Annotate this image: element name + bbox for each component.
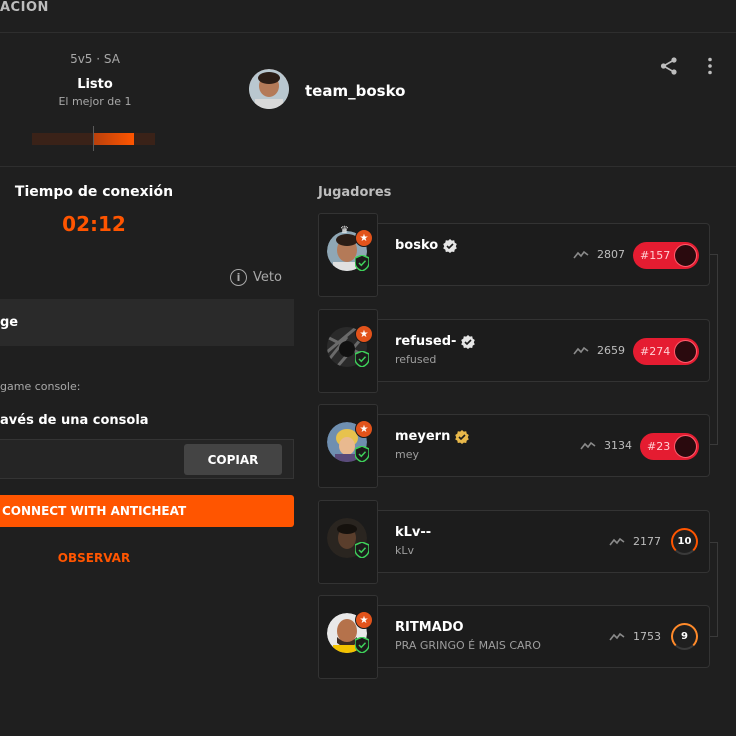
copy-button[interactable]: COPIAR <box>184 444 282 475</box>
player-elo: 2807 <box>573 248 625 261</box>
anticheat-shield-icon <box>355 446 369 462</box>
match-mode: 5v5 · SA <box>70 52 120 66</box>
progress-marker <box>93 126 94 151</box>
share-icon[interactable] <box>659 56 679 76</box>
skill-level-badge: 9 <box>671 623 698 650</box>
player-name: bosko <box>395 238 439 253</box>
connection-timer: 02:12 <box>62 212 126 236</box>
player-card[interactable]: RITMADO PRA GRINGO É MAIS CARO 1753 9 <box>378 605 710 668</box>
party-connector <box>710 542 718 637</box>
anticheat-shield-icon <box>355 255 369 271</box>
player-nickname: PRA GRINGO É MAIS CARO <box>395 639 541 652</box>
rank-gauge-icon <box>674 340 697 363</box>
player-nickname: refused <box>395 353 437 366</box>
player-name-row: RITMADO <box>395 620 464 635</box>
elo-value: 2659 <box>597 344 625 357</box>
player-name-row: meyern <box>395 429 470 444</box>
elo-value: 1753 <box>633 630 661 643</box>
rank-badge: #157 <box>633 242 699 269</box>
player-avatar-box[interactable]: ♛ ★ <box>318 213 378 297</box>
team-avatar[interactable] <box>249 69 289 109</box>
veto-button[interactable]: i Veto <box>230 268 282 286</box>
player-nickname: mey <box>395 448 419 461</box>
rank-badge: #23 <box>640 433 699 460</box>
elo-trend-icon <box>573 250 589 258</box>
more-options-icon[interactable] <box>700 56 720 76</box>
skill-level-badge: 10 <box>671 528 698 555</box>
map-selection[interactable]: ge <box>0 299 294 346</box>
match-status: Listo <box>77 77 113 92</box>
premium-star-icon: ★ <box>355 325 373 343</box>
section-title: ACIÓN <box>0 0 49 15</box>
elo-value: 3134 <box>604 439 632 452</box>
player-card[interactable]: bosko 2807 #157 <box>378 223 710 286</box>
rank-gauge-icon <box>674 435 697 458</box>
player-name-row: bosko <box>395 238 458 253</box>
player-card[interactable]: meyern mey 3134 #23 <box>378 414 710 477</box>
player-name: meyern <box>395 429 451 444</box>
elo-trend-icon <box>609 537 625 545</box>
party-connector <box>710 254 718 445</box>
elo-value: 2807 <box>597 248 625 261</box>
elo-value: 2177 <box>633 535 661 548</box>
player-avatar-box[interactable] <box>318 500 378 584</box>
anticheat-shield-icon <box>355 637 369 653</box>
anticheat-shield-icon <box>355 542 369 558</box>
verified-gold-icon <box>455 429 470 444</box>
map-name: ge <box>0 315 19 330</box>
player-elo: 2659 <box>573 344 625 357</box>
console-command-input[interactable] <box>0 440 180 478</box>
player-card[interactable]: refused- refused 2659 #274 <box>378 319 710 382</box>
progress-fill <box>93 133 134 145</box>
rank-badge: #274 <box>633 338 699 365</box>
team-name[interactable]: team_bosko <box>305 82 405 100</box>
player-name-row: refused- <box>395 334 476 349</box>
header-divider <box>0 166 736 167</box>
player-name: RITMADO <box>395 620 464 635</box>
console-title: avés de una consola <box>0 413 149 428</box>
match-best-of: El mejor de 1 <box>58 95 132 108</box>
rank-gauge-icon <box>674 244 697 267</box>
premium-star-icon: ★ <box>355 611 373 629</box>
verified-icon <box>443 238 458 253</box>
premium-star-icon: ★ <box>355 229 373 247</box>
rank-value: #23 <box>647 440 671 453</box>
console-hint: game console: <box>0 380 81 393</box>
player-name: refused- <box>395 334 457 349</box>
rank-value: #274 <box>640 345 671 358</box>
elo-trend-icon <box>573 346 589 354</box>
crown-icon: ♛ <box>340 225 349 236</box>
player-elo: 1753 <box>609 630 661 643</box>
veto-label: Veto <box>253 269 282 285</box>
players-title: Jugadores <box>318 185 392 200</box>
connect-anticheat-button[interactable]: CONNECT WITH ANTICHEAT <box>0 495 294 527</box>
elo-trend-icon <box>609 632 625 640</box>
top-bar: ACIÓN <box>0 0 736 33</box>
player-nickname: kLv <box>395 544 415 557</box>
player-elo: 3134 <box>580 439 632 452</box>
player-elo: 2177 <box>609 535 661 548</box>
premium-star-icon: ★ <box>355 420 373 438</box>
info-icon: i <box>230 268 247 286</box>
player-avatar-box[interactable]: ★ <box>318 595 378 679</box>
observe-link[interactable]: OBSERVAR <box>0 551 188 565</box>
elo-trend-icon <box>580 441 596 449</box>
verified-icon <box>461 334 476 349</box>
player-avatar-box[interactable]: ★ <box>318 404 378 488</box>
player-avatar-box[interactable]: ★ <box>318 309 378 393</box>
anticheat-shield-icon <box>355 351 369 367</box>
player-name: kLv-- <box>395 525 432 540</box>
rank-value: #157 <box>640 249 671 262</box>
player-card[interactable]: kLv-- kLv 2177 10 <box>378 510 710 573</box>
connection-time-title: Tiempo de conexión <box>14 184 174 200</box>
player-name-row: kLv-- <box>395 525 431 540</box>
